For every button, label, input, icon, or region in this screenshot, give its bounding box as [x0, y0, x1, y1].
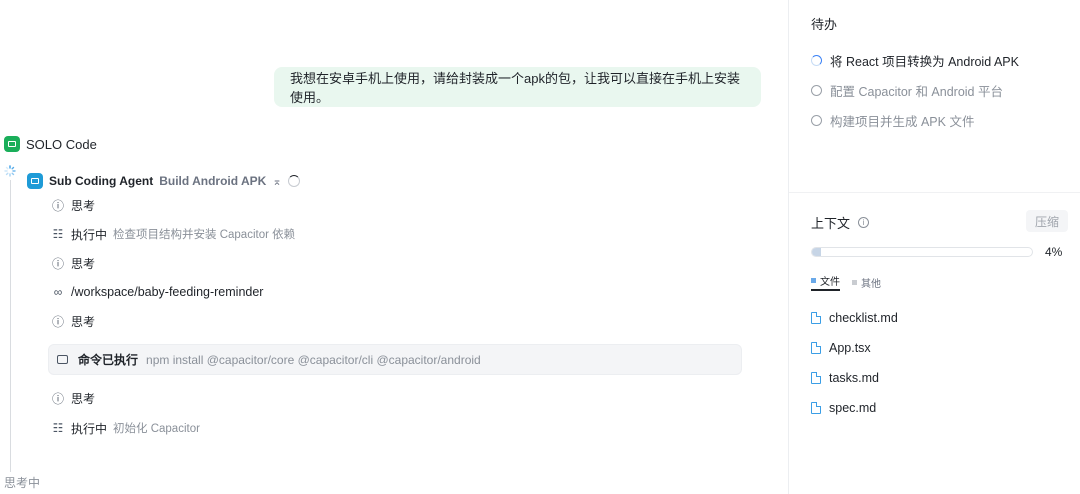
todo-label: 构建项目并生成 APK 文件 — [830, 114, 975, 129]
file-name: spec.md — [829, 401, 877, 415]
context-usage-percent: 4% — [1045, 245, 1063, 259]
context-title: 上下文 i — [811, 213, 870, 232]
file-item[interactable]: spec.md — [811, 399, 876, 417]
step-label: 执行中 — [71, 227, 108, 242]
thinking-icon: ⓘ — [51, 314, 64, 329]
in-progress-icon — [811, 54, 822, 66]
compress-button[interactable]: 压缩 — [1026, 210, 1068, 232]
sub-agent-header[interactable]: Sub Coding Agent Build Android APK ⌅ — [27, 172, 300, 190]
file-name: checklist.md — [829, 311, 898, 325]
step-view-directory[interactable]: ∞ /workspace/baby-feeding-reminder — [51, 283, 264, 301]
terminal-icon — [57, 355, 68, 364]
legend-other[interactable]: 其他 — [852, 273, 881, 291]
context-usage-fill — [812, 248, 821, 256]
todo-label: 将 React 项目转换为 Android APK — [830, 54, 1019, 69]
legend-files-label: 文件 — [820, 277, 840, 288]
legend-other-swatch — [852, 279, 857, 285]
todo-item[interactable]: 配置 Capacitor 和 Android 平台 — [811, 81, 1003, 99]
todo-label: 配置 Capacitor 和 Android 平台 — [830, 84, 1003, 99]
loading-spinner-icon — [4, 165, 16, 177]
legend-other-label: 其他 — [861, 278, 881, 290]
pending-circle-icon — [811, 84, 822, 96]
todo-item[interactable]: 构建项目并生成 APK 文件 — [811, 111, 974, 129]
thinking-icon: ⓘ — [51, 256, 64, 271]
command-text: npm install @capacitor/core @capacitor/c… — [146, 352, 481, 367]
thinking-icon: ⓘ — [51, 198, 64, 213]
todo-item[interactable]: 将 React 项目转换为 Android APK — [811, 51, 1019, 69]
file-item[interactable]: checklist.md — [811, 309, 898, 327]
sub-agent-icon — [27, 173, 43, 189]
assistant-name: SOLO Code — [26, 136, 97, 152]
user-message-text: 我想在安卓手机上使用，请给封装成一个apk的包，让我可以直接在手机上安装使用。 — [290, 71, 740, 105]
todo-title: 待办 — [811, 17, 838, 32]
context-title-text: 上下文 — [811, 216, 851, 231]
assistant-header: SOLO Code — [4, 135, 97, 153]
step-label: /workspace/baby-feeding-reminder — [71, 285, 264, 299]
info-icon[interactable]: i — [858, 217, 870, 228]
solo-code-icon — [4, 136, 20, 152]
divider — [789, 192, 1080, 193]
sub-agent-name: Sub Coding Agent — [49, 174, 154, 188]
step-detail: 检查项目结构并安装 Capacitor 依赖 — [113, 229, 296, 241]
collapse-icon[interactable]: ⌅ — [272, 175, 281, 188]
step-thinking[interactable]: ⓘ 思考 — [51, 254, 95, 272]
command-block[interactable]: 命令已执行 npm install @capacitor/core @capac… — [48, 344, 742, 375]
step-thinking[interactable]: ⓘ 思考 — [51, 196, 95, 214]
file-item[interactable]: tasks.md — [811, 369, 879, 387]
thinking-icon: ⓘ — [51, 391, 64, 406]
legend-files[interactable]: 文件 — [811, 273, 840, 291]
step-executing[interactable]: ☷ 执行中 检查项目结构并安装 Capacitor 依赖 — [51, 225, 296, 243]
tasklist-icon: ☷ — [52, 421, 64, 435]
file-item[interactable]: App.tsx — [811, 339, 871, 357]
step-label: 思考 — [71, 198, 96, 213]
thread-line — [10, 180, 11, 472]
progress-ring-icon — [287, 175, 300, 187]
step-detail: 初始化 Capacitor — [113, 423, 200, 435]
file-icon — [811, 372, 821, 384]
legend-files-swatch — [811, 278, 816, 283]
context-usage-bar — [811, 247, 1033, 257]
sub-agent-task: Build Android APK — [159, 174, 267, 188]
file-icon — [811, 342, 821, 354]
sidebar: 待办 将 React 项目转换为 Android APK 配置 Capacito… — [788, 0, 1080, 494]
glasses-icon: ∞ — [53, 285, 63, 299]
command-label: 命令已执行 — [78, 353, 139, 367]
file-name: App.tsx — [829, 341, 871, 355]
user-message-bubble: 我想在安卓手机上使用，请给封装成一个apk的包，让我可以直接在手机上安装使用。 — [274, 67, 761, 107]
step-label: 思考 — [71, 314, 96, 329]
step-label: 思考 — [71, 256, 96, 271]
step-thinking[interactable]: ⓘ 思考 — [51, 389, 95, 407]
step-executing[interactable]: ☷ 执行中 初始化 Capacitor — [51, 419, 200, 437]
step-label: 思考 — [71, 391, 96, 406]
file-name: tasks.md — [829, 371, 880, 385]
tasklist-icon: ☷ — [52, 227, 64, 241]
step-thinking[interactable]: ⓘ 思考 — [51, 312, 95, 330]
step-label: 执行中 — [71, 421, 108, 436]
file-icon — [811, 312, 821, 324]
file-icon — [811, 402, 821, 414]
thinking-status: 思考中 — [4, 476, 41, 490]
context-legend: 文件 其他 — [811, 273, 881, 291]
pending-circle-icon — [811, 114, 822, 126]
chat-panel: 我想在安卓手机上使用，请给封装成一个apk的包，让我可以直接在手机上安装使用。 … — [0, 0, 788, 494]
